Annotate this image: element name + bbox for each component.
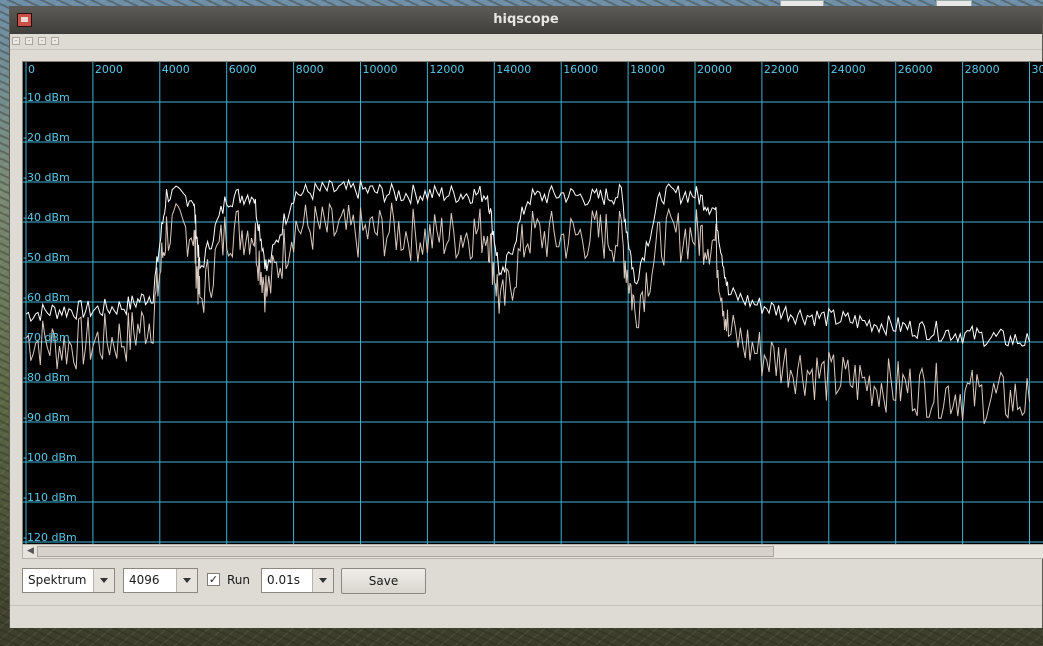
scrollbar-thumb[interactable] [37,546,774,557]
run-label: Run [227,573,251,587]
y-tick-label: -80 dBm [23,371,70,384]
y-tick-label: -20 dBm [23,131,70,144]
x-tick-label: 300 [1032,63,1043,76]
chevron-down-icon[interactable] [176,569,197,592]
chevron-down-icon[interactable] [93,569,114,592]
scroll-left-icon[interactable]: ◀ [25,546,36,557]
save-button[interactable]: Save [341,568,426,594]
menu-button[interactable]: - [25,37,33,45]
x-tick-label: 24000 [831,63,866,76]
x-tick-label: 26000 [898,63,933,76]
x-tick-label: 16000 [563,63,598,76]
fft-size-value: 4096 [129,573,160,587]
interval-value: 0.01s [267,573,300,587]
x-tick-label: 14000 [496,63,531,76]
menu-button[interactable]: - [12,37,20,45]
x-tick-label: 18000 [630,63,665,76]
chevron-down-icon[interactable] [312,569,333,592]
x-tick-label: 0 [28,63,35,76]
y-tick-label: -100 dBm [23,451,77,464]
y-tick-label: -110 dBm [23,491,77,504]
x-tick-label: 28000 [965,63,1000,76]
x-tick-label: 6000 [229,63,257,76]
y-tick-label: -60 dBm [23,291,70,304]
mode-value: Spektrum [28,573,87,587]
x-tick-label: 10000 [363,63,398,76]
menu-button[interactable]: - [38,37,46,45]
menu-button[interactable]: - [51,37,59,45]
menu-bar: - - - - [10,35,1042,50]
window-title: hiqscope [493,12,559,27]
interval-select[interactable]: 0.01s [261,568,334,593]
fft-size-select[interactable]: 4096 [123,568,198,593]
y-tick-label: -120 dBm [23,531,77,544]
y-tick-label: -50 dBm [23,251,70,264]
y-tick-label: -90 dBm [23,411,70,424]
horizontal-scrollbar[interactable]: ◀ [22,544,1043,559]
x-tick-label: 2000 [95,63,123,76]
x-tick-label: 20000 [697,63,732,76]
spectrum-chart: 0 2000 4000 6000 8000 10000 12000 14000 16000 180… [23,62,1043,544]
y-tick-label: -70 dBm [23,331,70,344]
x-tick-label: 22000 [764,63,799,76]
y-tick-label: -40 dBm [23,211,70,224]
y-tick-label: -30 dBm [23,171,70,184]
title-bar[interactable]: hiqscope [10,7,1042,34]
spectrum-plot[interactable]: 0 2000 4000 6000 8000 10000 12000 14000 16000 180… [22,61,1043,545]
x-tick-label: 8000 [296,63,324,76]
run-checkbox[interactable]: ✓ [207,573,220,586]
x-tick-label: 4000 [162,63,190,76]
status-bar [10,605,1042,628]
x-tick-label: 12000 [429,63,464,76]
hiqscope-window: hiqscope - - - - 0 2000 4000 6000 8000 10000 1… [9,6,1043,628]
spectrum-trace-line [25,202,1030,424]
mode-select[interactable]: Spektrum [22,568,115,593]
y-tick-label: -10 dBm [23,91,70,104]
